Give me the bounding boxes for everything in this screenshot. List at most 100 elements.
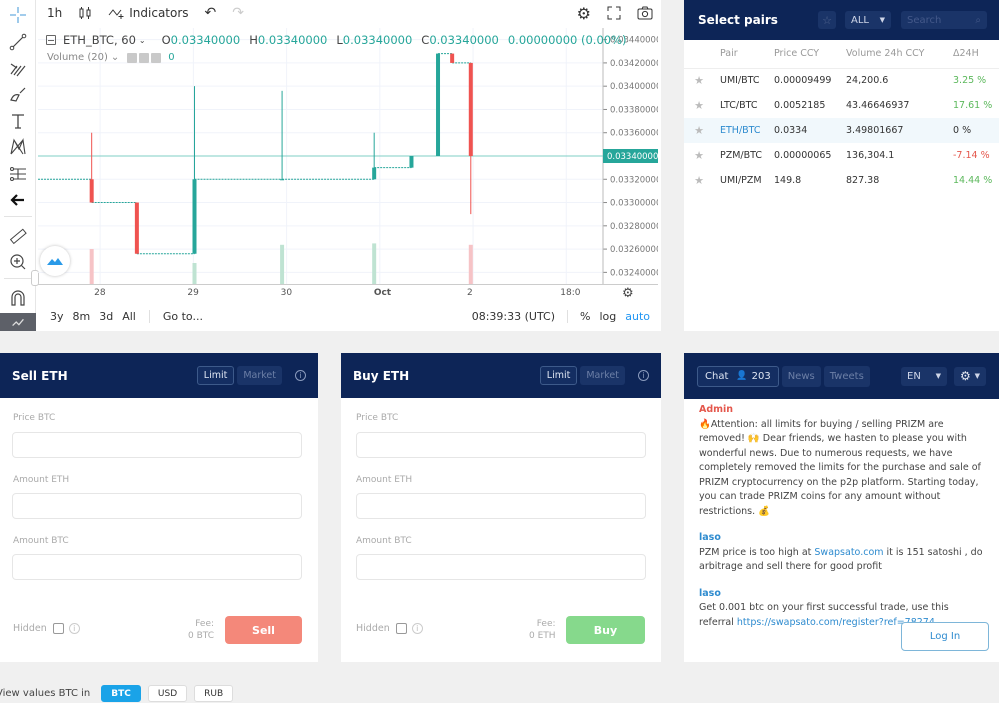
info-icon[interactable]: i	[68, 623, 80, 634]
pair-change: 0 %	[953, 118, 999, 143]
pair-row[interactable]: ★ ETH/BTC 0.0334 3.49801667 0 %	[684, 118, 999, 143]
message-author[interactable]: laso	[699, 531, 984, 546]
sell-market-tab[interactable]: Market	[237, 366, 282, 385]
settings-gear-icon[interactable]: ⚙	[577, 4, 591, 23]
buy-market-tab[interactable]: Market	[580, 366, 625, 385]
buy-fee-value: 0 ETH	[529, 631, 556, 641]
favorite-star-icon[interactable]: ★	[684, 118, 714, 143]
prediction-icon[interactable]	[6, 163, 30, 185]
buy-button[interactable]: Buy	[566, 616, 645, 644]
auto-toggle[interactable]: auto	[625, 310, 650, 323]
close-value: 0.03340000	[429, 33, 499, 47]
volume-visibility-button[interactable]	[127, 52, 138, 63]
indicators-label: Indicators	[129, 6, 189, 20]
volume-remove-button[interactable]	[151, 52, 162, 63]
tweets-tab[interactable]: Tweets	[823, 365, 870, 387]
ruler-icon[interactable]	[6, 225, 30, 247]
col-pair[interactable]: Pair	[714, 40, 774, 69]
goto-button[interactable]: Go to...	[163, 310, 203, 323]
sell-panel: Sell ETH Limit Market i Price BTC Amount…	[0, 353, 318, 662]
back-arrow-icon[interactable]	[6, 189, 30, 211]
price-tick-label: 0.03260000	[610, 245, 658, 255]
pair-row[interactable]: ★ UMI/BTC 0.00009499 24,200.6 3.25 %	[684, 68, 999, 93]
camera-icon[interactable]	[637, 6, 653, 20]
axis-settings-icon[interactable]: ⚙	[622, 286, 634, 301]
col-change[interactable]: Δ24H	[953, 40, 999, 69]
message-author[interactable]: Admin	[699, 403, 984, 418]
chat-settings-button[interactable]: ⚙ ▼	[954, 366, 986, 386]
utc-clock[interactable]: 08:39:33 (UTC)	[472, 310, 568, 323]
info-icon[interactable]: i	[295, 370, 306, 381]
range-8m[interactable]: 8m	[73, 310, 91, 323]
sell-amount-input[interactable]	[12, 493, 302, 519]
favorite-star-icon[interactable]: ★	[684, 93, 714, 118]
range-3d[interactable]: 3d	[99, 310, 113, 323]
pair-row[interactable]: ★ UMI/PZM 149.8 827.38 14.44 %	[684, 168, 999, 193]
volume-dropdown-icon[interactable]: ⌄	[111, 52, 119, 63]
sell-total-input[interactable]	[12, 554, 302, 580]
favorites-filter-button[interactable]: ☆	[818, 11, 836, 29]
favorite-star-icon[interactable]: ★	[684, 168, 714, 193]
volume-label[interactable]: Volume (20)	[47, 52, 108, 63]
pitchfork-icon[interactable]	[6, 57, 30, 79]
magnet-icon[interactable]	[6, 287, 30, 309]
chart-bottom-bar: 3y 8m 3d All Go to... 08:39:33 (UTC) % l…	[36, 302, 661, 331]
currency-btc-button[interactable]: BTC	[101, 685, 141, 702]
sell-hidden-label: Hidden	[13, 623, 47, 634]
favorite-star-icon[interactable]: ★	[684, 68, 714, 93]
buy-total-input[interactable]	[356, 554, 646, 580]
col-price[interactable]: Price CCY	[774, 40, 846, 69]
favorite-star-icon[interactable]: ★	[684, 143, 714, 168]
info-icon[interactable]: i	[638, 370, 649, 381]
buy-hidden-checkbox[interactable]	[395, 623, 407, 634]
market-filter-select[interactable]: ALL ▼	[845, 11, 891, 29]
collapse-legend-icon[interactable]	[46, 35, 56, 45]
col-volume[interactable]: Volume 24h CCY	[846, 40, 953, 69]
interval-button[interactable]: 1h	[47, 6, 62, 20]
fullscreen-icon[interactable]	[607, 6, 621, 20]
message-author[interactable]: laso	[699, 587, 984, 602]
text-tool-icon[interactable]	[6, 110, 30, 132]
currency-rub-button[interactable]: RUB	[194, 685, 234, 702]
swapsato-link[interactable]: Swapsato.com	[814, 547, 883, 558]
buy-price-input[interactable]	[356, 432, 646, 458]
caret-down-icon: ▼	[935, 372, 941, 380]
price-chart[interactable]: 0.034400000.034200000.034000000.03380000…	[38, 28, 658, 284]
undo-icon[interactable]: ↶	[205, 5, 217, 21]
percent-toggle[interactable]: %	[580, 310, 590, 323]
info-icon[interactable]: i	[411, 623, 423, 634]
candles-icon[interactable]	[78, 6, 92, 20]
currency-footer: View values BTC in BTC USD RUB	[0, 684, 234, 703]
open-label: O	[161, 33, 171, 47]
trend-line-icon[interactable]	[6, 31, 30, 53]
pattern-icon[interactable]	[6, 136, 30, 158]
crosshair-icon[interactable]	[6, 4, 30, 26]
brush-icon[interactable]	[6, 84, 30, 106]
pairs-search-input[interactable]: Search ⌕	[901, 11, 987, 29]
tradingview-logo-button[interactable]	[40, 246, 70, 276]
indicators-button[interactable]: Indicators	[108, 6, 189, 20]
currency-usd-button[interactable]: USD	[147, 685, 188, 702]
news-tab[interactable]: News	[781, 365, 821, 387]
redo-icon[interactable]: ↷	[232, 5, 244, 21]
pair-row[interactable]: ★ PZM/BTC 0.00000065 136,304.1 -7.14 %	[684, 143, 999, 168]
symbol-label[interactable]: ETH_BTC, 60	[63, 33, 136, 47]
range-all[interactable]: All	[122, 310, 150, 323]
pair-row[interactable]: ★ LTC/BTC 0.0052185 43.46646937 17.61 %	[684, 93, 999, 118]
symbol-dropdown-icon[interactable]: ⌄	[139, 36, 146, 45]
volume-settings-button[interactable]	[139, 52, 150, 63]
log-toggle[interactable]: log	[599, 310, 616, 323]
language-select[interactable]: EN ▼	[901, 366, 947, 386]
sell-button[interactable]: Sell	[225, 616, 302, 644]
login-button[interactable]: Log In	[901, 622, 989, 651]
range-3y[interactable]: 3y	[50, 310, 64, 323]
chat-message: laso PZM price is too high at Swapsato.c…	[699, 531, 984, 575]
lock-drawings-button[interactable]	[0, 313, 36, 331]
chat-tab[interactable]: Chat 👤 203	[697, 365, 779, 387]
sell-price-input[interactable]	[12, 432, 302, 458]
buy-limit-tab[interactable]: Limit	[539, 366, 578, 385]
zoom-in-icon[interactable]	[6, 251, 30, 273]
sell-hidden-checkbox[interactable]	[52, 623, 64, 634]
buy-amount-input[interactable]	[356, 493, 646, 519]
sell-limit-tab[interactable]: Limit	[196, 366, 235, 385]
